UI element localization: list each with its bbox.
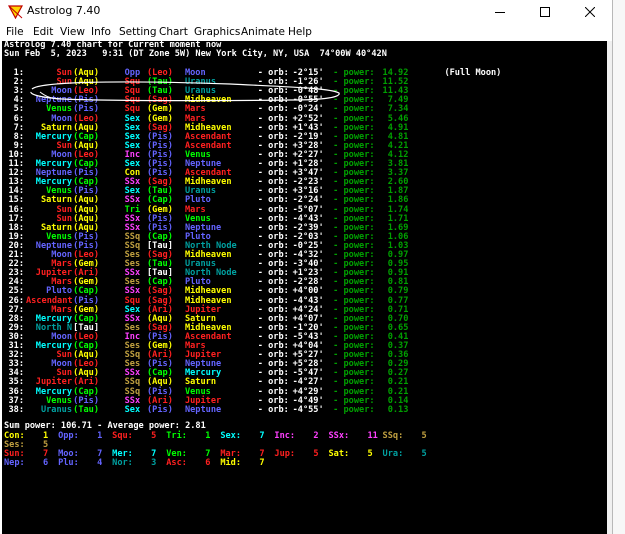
minimize-icon	[494, 12, 505, 13]
count-label: Sat:	[328, 449, 350, 460]
count-label: Nep:	[4, 458, 25, 469]
astrolog-app-icon	[8, 5, 23, 19]
menu-setting[interactable]: Setting	[119, 26, 157, 38]
planet-1: Uranus	[40, 404, 72, 415]
maximize-icon	[539, 7, 550, 17]
count-label: Asc:	[166, 458, 187, 469]
count-label: Squ:	[112, 430, 133, 441]
planet-counts-row-2: Nep: 6 Plu: 4 Nor: 3 Asc: 6 Mid: 7	[4, 459, 604, 468]
close-icon	[584, 7, 595, 17]
window-title: Astrolog 7.40	[27, 4, 101, 17]
aspect-counts-row: Con: 1 Opp: 1 Squ: 5 Tri: 1 Sex: 7 Inc: 2 SSx: 11 SSq:…	[4, 430, 604, 441]
count-value: 3	[151, 458, 157, 469]
count-label: Inc:	[274, 430, 296, 441]
aspect-name: Sex	[124, 404, 141, 415]
count-label: Opp:	[58, 430, 79, 441]
menu-bar: File Edit View Info Setting Chart Graphi…	[0, 24, 612, 41]
count-value: 5	[313, 449, 319, 460]
sign-2: (Pis)	[147, 404, 173, 415]
count-value: 7	[259, 458, 265, 469]
count-value: 5	[151, 430, 157, 441]
orb-value: -4°55'	[292, 404, 324, 415]
aspect-row: 38: Uranus (Tau) Sex (Pis) Neptune - orb: -4°55…	[4, 404, 604, 415]
sum-power-line: Sum power: 106.71 - Average power: 2.81	[4, 420, 206, 431]
count-label: SSx:	[328, 430, 350, 441]
count-value: 6	[205, 458, 211, 469]
count-label: Sex:	[220, 430, 242, 441]
count-value: 7	[259, 430, 265, 441]
menu-file[interactable]: File	[6, 26, 24, 38]
count-label: Mid:	[220, 458, 242, 469]
count-label: Ura:	[382, 449, 404, 460]
count-label: Nor:	[112, 458, 133, 469]
menu-edit[interactable]: Edit	[33, 26, 53, 38]
count-value: 1	[205, 430, 211, 441]
vertical-scrollbar[interactable]	[607, 41, 612, 534]
planet-counts-row-1: Sun: 7 Moo: 7 Mer: 7 Ven: 7 Mar: 7 Jup: 5 Sat: 5 Ura: 5	[4, 450, 604, 459]
desktop-background	[613, 0, 625, 534]
planet-2: Neptune	[184, 404, 222, 415]
app-window: Astrolog 7.40 File Edit View Info Settin…	[0, 0, 613, 534]
count-value: 1	[97, 430, 103, 441]
count-value: 2	[313, 430, 319, 441]
orb-label: - orb:	[257, 404, 289, 415]
menu-graphics[interactable]: Graphics	[194, 26, 240, 38]
close-button[interactable]	[567, 0, 612, 24]
count-label: SSq:	[382, 430, 404, 441]
count-value: 5	[421, 430, 427, 441]
menu-view[interactable]: View	[60, 26, 85, 38]
aspect-note: (Full Moon)	[444, 68, 502, 78]
row-number: 38:	[8, 404, 24, 415]
count-label: Tri:	[166, 430, 187, 441]
count-value: 5	[421, 449, 427, 460]
count-value: 6	[43, 458, 49, 469]
menu-info[interactable]: Info	[91, 26, 111, 38]
aspect-list-output: Astrolog 7.40 chart for Current moment n…	[2, 41, 607, 534]
count-value: 4	[97, 458, 103, 469]
menu-animate[interactable]: Animate	[241, 26, 285, 38]
power-label: - power:	[333, 404, 375, 415]
menu-chart[interactable]: Chart	[159, 26, 188, 38]
count-value: 5	[367, 449, 373, 460]
menu-help[interactable]: Help	[288, 26, 312, 38]
power-value: 0.13	[387, 404, 409, 415]
chart-header-line2: Sun Feb 5, 2023 9:31 (DT Zone 5W) New Yo…	[4, 49, 387, 59]
count-label: Plu:	[58, 458, 79, 469]
count-label: Jup:	[274, 449, 296, 460]
aspect-counts-row-2: Ses: 5	[4, 441, 604, 450]
count-value: 11	[367, 430, 378, 441]
maximize-button[interactable]	[522, 0, 567, 24]
title-bar: Astrolog 7.40	[0, 0, 612, 24]
minimize-button[interactable]	[477, 0, 522, 24]
sign-1: (Tau)	[73, 404, 100, 415]
